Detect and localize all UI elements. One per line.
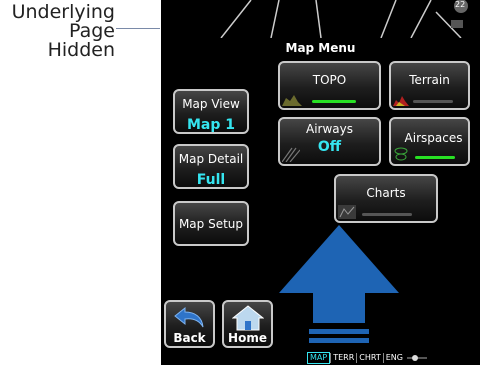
airspaces-status-bar: [415, 156, 455, 159]
page-indicator-icon: [406, 355, 427, 361]
terrain-status-bar: [413, 100, 453, 103]
home-label: Home: [228, 331, 267, 345]
topo-button[interactable]: TOPO: [278, 61, 381, 110]
map-setup-button[interactable]: Map Setup: [173, 201, 249, 246]
tab-charts[interactable]: CHRT: [356, 353, 382, 363]
menu-title: Map Menu: [285, 41, 356, 55]
annotation-leader-line: [116, 28, 160, 29]
airways-button[interactable]: Airways Off: [278, 117, 381, 166]
charts-label: Charts: [366, 186, 406, 200]
topo-label: TOPO: [312, 73, 347, 87]
traffic-badge: 22: [455, 0, 466, 9]
device-screen: 22 Map Menu Map View Map 1 Map Detail Fu…: [161, 0, 480, 365]
map-view-button[interactable]: Map View Map 1: [173, 89, 249, 134]
charts-status-bar: [362, 213, 412, 216]
topo-status-bar: [312, 100, 356, 103]
charts-button[interactable]: Charts: [334, 174, 438, 223]
page-tab-bar: MAP TERR CHRT ENG: [307, 352, 427, 364]
airways-label: Airways: [306, 122, 353, 136]
airspaces-thumbnail-icon: [394, 147, 408, 161]
back-button[interactable]: Back: [164, 300, 215, 348]
map-view-value: Map 1: [186, 117, 235, 133]
terrain-thumbnail-icon: [393, 96, 409, 106]
tab-terrain[interactable]: TERR: [330, 353, 356, 363]
map-detail-label: Map Detail: [178, 152, 244, 166]
blue-up-arrow-icon: [279, 225, 399, 343]
home-button[interactable]: Home: [222, 300, 273, 348]
charts-thumbnail-icon: [338, 205, 356, 219]
underlying-map-page: 22: [161, 0, 480, 38]
terrain-button[interactable]: Terrain: [389, 61, 470, 110]
annotation-line-3: Hidden: [47, 39, 115, 61]
map-detail-value: Full: [196, 172, 226, 188]
terrain-label: Terrain: [409, 73, 450, 87]
tab-map[interactable]: MAP: [307, 352, 331, 364]
back-label: Back: [173, 331, 206, 345]
map-detail-button[interactable]: Map Detail Full: [173, 144, 249, 189]
map-view-label: Map View: [182, 97, 240, 111]
topo-thumbnail-icon: [282, 95, 302, 106]
airways-thumbnail-icon: [282, 147, 300, 162]
tab-engine[interactable]: ENG: [382, 353, 405, 363]
airspaces-label: Airspaces: [404, 131, 463, 145]
map-setup-label: Map Setup: [178, 217, 244, 231]
back-arrow-icon: [173, 306, 203, 328]
annotation-callout: Underlying Page Hidden: [0, 3, 115, 60]
airspaces-button[interactable]: Airspaces: [389, 117, 470, 166]
home-icon: [231, 305, 264, 331]
